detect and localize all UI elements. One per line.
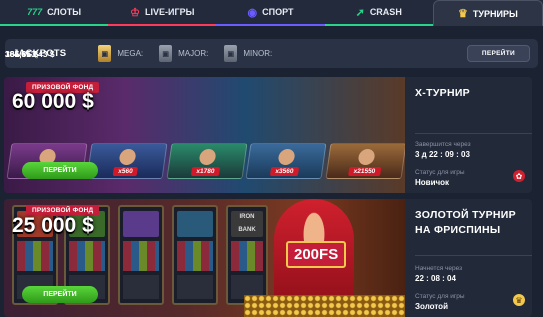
time-value: 3 д 22 : 09 : 03: [415, 150, 470, 159]
status-value: Новичок: [415, 178, 450, 187]
jackpot-major: ▣ MAJOR: 361,35 $: [5, 45, 209, 62]
tab-crash[interactable]: ➚ CRASH: [324, 0, 433, 26]
jackpot-value: 385,65 $: [5, 48, 39, 59]
tab-tournaments[interactable]: ♛ ТУРНИРЫ: [432, 0, 543, 26]
tournament-banner[interactable]: x100 x560 x1780 x3560 x21550 ПРИЗОВОЙ ФО…: [4, 77, 405, 193]
tab-label: СПОРТ: [262, 7, 294, 17]
tournament-card: IRON BANK 200FS ПРИЗОВОЙ ФОНД 25 000 $ П…: [4, 199, 532, 317]
status-label: Статус для игры: [415, 169, 465, 176]
tournament-card: x100 x560 x1780 x3560 x21550 ПРИЗОВОЙ ФО…: [4, 77, 532, 193]
status-label: Статус для игры: [415, 293, 465, 300]
multiplier-badge: x560: [112, 167, 139, 176]
top-navigation: 777 СЛОТЫ ♔ LIVE-ИГРЫ ◉ СПОРТ ➚ CRASH ♛ ТУРНИ…: [0, 0, 543, 26]
slot-machine: IRON BANK: [226, 205, 268, 305]
prize-amount: 60 000 $: [12, 90, 94, 113]
vault-icon: ▣: [159, 45, 173, 62]
jackpots-bar: JACKPOTS ▣ MEGA: 186 313,43 $ ▣ MAJOR: 3…: [5, 39, 538, 68]
crash-icon: ➚: [355, 6, 365, 19]
winner-photo: x3560: [245, 143, 327, 179]
multiplier-badge: x3560: [270, 167, 300, 176]
sport-icon: ◉: [247, 6, 258, 19]
slot-label: IRON BANK: [231, 211, 263, 237]
trophy-icon: ♛: [458, 8, 468, 20]
jackpot-minor: ▣ MINOR: 385,65 $: [5, 45, 273, 62]
tournament-banner[interactable]: IRON BANK 200FS ПРИЗОВОЙ ФОНД 25 000 $ П…: [4, 199, 405, 317]
tab-label: ТУРНИРЫ: [472, 8, 518, 19]
status-value: Золотой: [415, 302, 448, 311]
winner-photo: x21550: [325, 143, 405, 179]
jackpot-label: MEGA:: [117, 49, 144, 58]
tab-label: CRASH: [369, 7, 402, 17]
tab-slots[interactable]: 777 СЛОТЫ: [0, 0, 109, 26]
jackpot-mega: ▣ MEGA: 186 313,43 $: [5, 45, 144, 62]
slots-icon: 777: [27, 7, 43, 17]
multiplier-badge: x21550: [348, 167, 382, 176]
freespins-badge: 200FS: [286, 241, 347, 268]
prize-amount: 25 000 $: [12, 214, 94, 237]
tournament-title: ЗОЛОТОЙ ТУРНИР НА ФРИСПИНЫ: [415, 209, 516, 236]
time-label: Завершится через: [415, 141, 471, 148]
jackpot-label: MAJOR:: [178, 49, 209, 58]
winner-photo: x1780: [166, 143, 247, 179]
multiplier-badge: x1780: [190, 167, 220, 176]
vault-icon: ▣: [224, 45, 238, 62]
tab-label: LIVE-ИГРЫ: [145, 7, 195, 17]
tournament-info: ЗОЛОТОЙ ТУРНИР НА ФРИСПИНЫ Начнется чере…: [415, 199, 532, 317]
time-label: Начнется через: [415, 265, 463, 272]
tournament-go-button[interactable]: ПЕРЕЙТИ: [22, 162, 98, 179]
jackpots-go-button[interactable]: ПЕРЕЙТИ: [466, 45, 530, 62]
tournament-info: X-ТУРНИР Завершится через 3 д 22 : 09 : …: [415, 77, 532, 193]
tab-sport[interactable]: ◉ СПОРТ: [216, 0, 325, 26]
poker-chip-icon: ✿: [513, 170, 525, 182]
slot-machine: [172, 205, 218, 305]
tournament-title: X-ТУРНИР: [415, 87, 470, 99]
time-value: 22 : 08 : 04: [415, 274, 456, 283]
jackpot-label: MINOR:: [243, 49, 273, 58]
tab-label: СЛОТЫ: [47, 7, 82, 17]
tournament-go-button[interactable]: ПЕРЕЙТИ: [22, 286, 98, 303]
gold-status-icon: ♛: [513, 294, 525, 306]
coins-pile: [244, 295, 405, 317]
live-games-icon: ♔: [130, 6, 141, 19]
slot-machine: [118, 205, 164, 305]
winner-photo: x560: [86, 143, 168, 179]
vault-icon: ▣: [98, 45, 112, 62]
tab-live-games[interactable]: ♔ LIVE-ИГРЫ: [108, 0, 217, 26]
